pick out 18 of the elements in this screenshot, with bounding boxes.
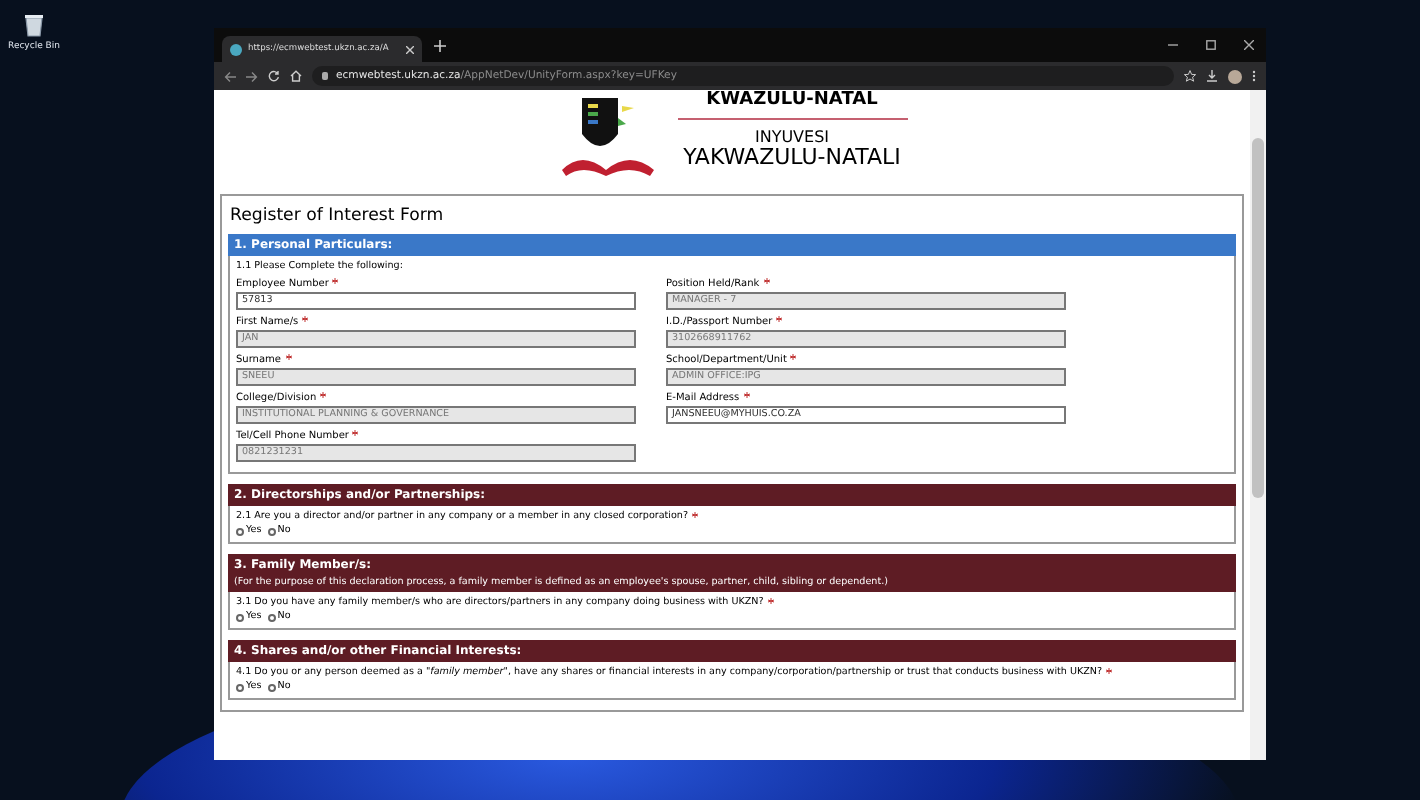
close-tab-icon[interactable] xyxy=(406,45,414,53)
back-icon[interactable] xyxy=(224,71,236,81)
close-icon[interactable] xyxy=(1244,40,1254,50)
maximize-icon[interactable] xyxy=(1206,40,1216,50)
recycle-bin-icon[interactable] xyxy=(22,12,46,38)
forward-icon[interactable] xyxy=(246,71,258,81)
new-tab-icon[interactable] xyxy=(434,39,446,51)
reload-icon[interactable] xyxy=(268,70,280,82)
logo-text: KWAZULU-NATAL xyxy=(706,90,878,112)
logo-text: INYUVESI xyxy=(754,128,830,146)
form-title: Register of Interest Form xyxy=(230,206,446,226)
scrollbar-thumb[interactable] xyxy=(1252,138,1264,498)
download-icon[interactable] xyxy=(1206,70,1218,82)
star-icon[interactable] xyxy=(1184,70,1196,82)
scrollbar[interactable] xyxy=(1250,90,1266,760)
logo-text: YAKWAZULU-NATALI xyxy=(683,146,901,170)
profile-avatar[interactable] xyxy=(1228,69,1242,83)
home-icon[interactable] xyxy=(290,70,302,82)
